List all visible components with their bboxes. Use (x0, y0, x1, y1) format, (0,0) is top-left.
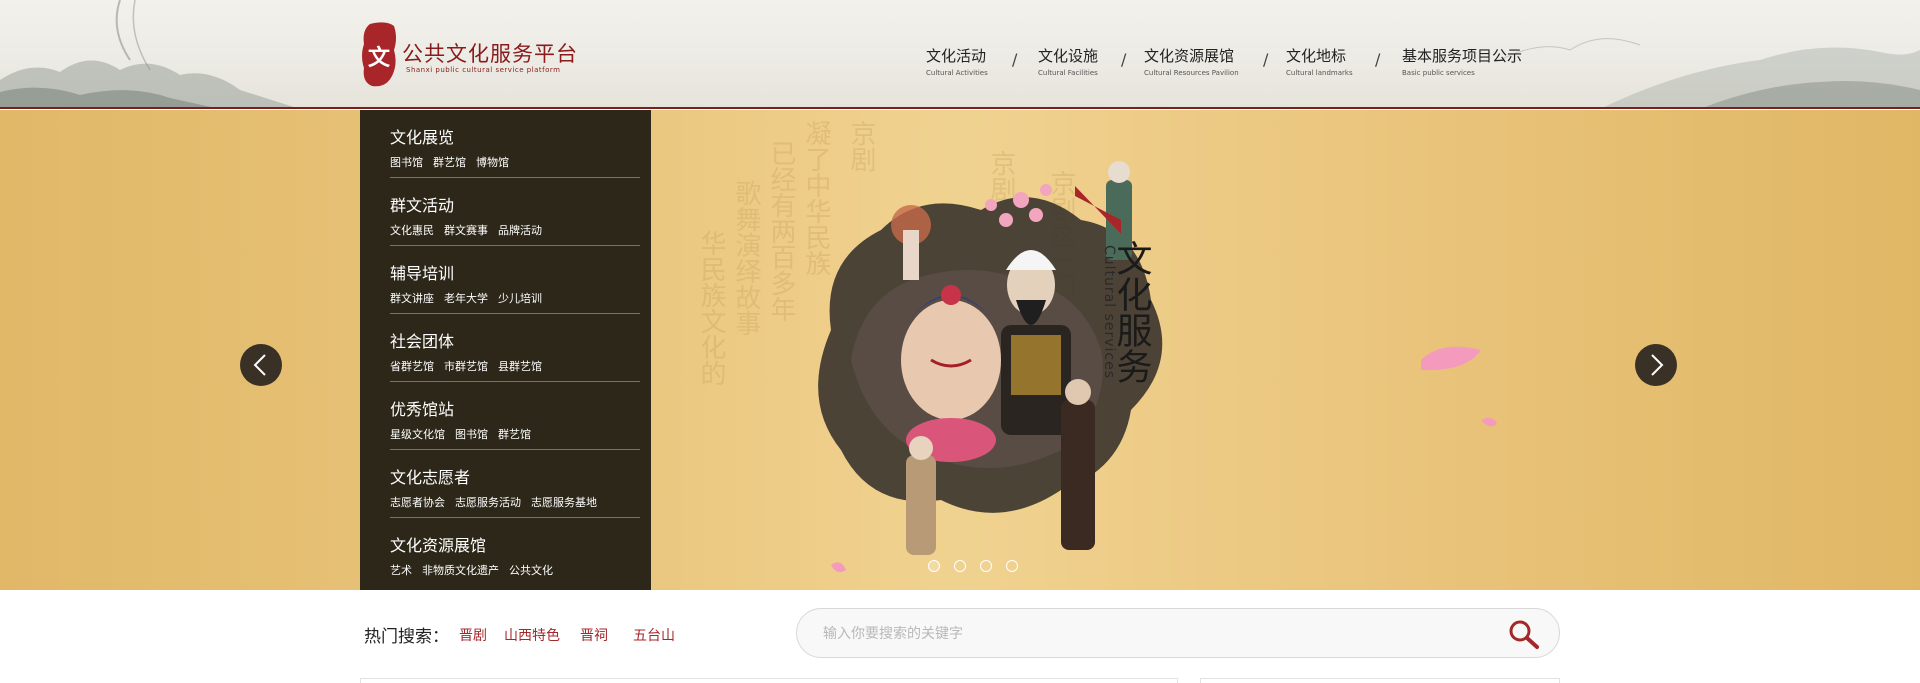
category-links: 艺术 非物质文化遗产 公共文化 (390, 562, 563, 578)
category-title[interactable]: 文化展览 (390, 124, 454, 148)
svg-text:京剧: 京剧 (846, 120, 876, 172)
search-icon[interactable] (1507, 618, 1541, 650)
search-box (796, 608, 1560, 658)
peking-opera-artwork[interactable]: 已经有两百多年 凝了中华民族 歌舞演绎故事 华民族文化的 京剧 京剧 京剧这一门… (651, 110, 1551, 590)
category-links: 群文讲座 老年大学 少儿培训 (390, 290, 552, 306)
svg-text:已经有两百多年: 已经有两百多年 (766, 140, 796, 322)
pagination-dot[interactable] (980, 560, 992, 572)
site-logo[interactable]: 文 公共文化服务平台 Shanxi public cultural servic… (360, 20, 580, 90)
chevron-right-icon (1651, 354, 1664, 376)
category-link[interactable]: 市群艺馆 (444, 360, 488, 373)
slogan-en: Cultural services (1101, 245, 1117, 379)
pagination-dot[interactable] (954, 560, 966, 572)
content-panel-left (360, 678, 1178, 683)
nav-item-label: 文化活动 (926, 47, 987, 65)
category-title[interactable]: 群文活动 (390, 192, 454, 216)
nav-item-sublabel: Basic public services (1402, 69, 1475, 77)
nav-item-cultural-activities[interactable]: 文化活动 Cultural Activities (926, 46, 988, 79)
category-links: 文化惠民 群文赛事 品牌活动 (390, 222, 552, 238)
logo-subtitle: Shanxi public cultural service platform (406, 66, 561, 74)
category-link[interactable]: 图书馆 (455, 428, 488, 441)
nav-item-label: 基本服务项目公示 (1402, 47, 1523, 65)
category-link[interactable]: 老年大学 (444, 292, 488, 305)
category-item: 文化资源展馆 艺术 非物质文化遗产 公共文化 (390, 518, 640, 586)
category-link[interactable]: 群文赛事 (444, 224, 488, 237)
svg-text:华民族文化的: 华民族文化的 (696, 230, 726, 386)
nav-item-sublabel: Cultural Resources Pavilion (1144, 69, 1239, 77)
banner-next-button[interactable] (1635, 344, 1677, 386)
nav-item-label: 文化资源展馆 (1144, 47, 1235, 65)
nav-separator: / (1012, 50, 1018, 69)
svg-text:京剧: 京剧 (986, 150, 1016, 202)
chevron-left-icon (253, 354, 266, 376)
nav-separator: / (1375, 50, 1381, 69)
nav-separator: / (1121, 50, 1127, 69)
category-link[interactable]: 艺术 (390, 564, 412, 577)
svg-text:凝了中华民族: 凝了中华民族 (801, 120, 831, 276)
hot-search-item[interactable]: 山西特色 (504, 625, 560, 645)
category-title[interactable]: 文化资源展馆 (390, 532, 486, 556)
pagination-dot[interactable] (1006, 560, 1018, 572)
site-header: 文 公共文化服务平台 Shanxi public cultural servic… (0, 0, 1920, 109)
nav-item-cultural-facilities[interactable]: 文化设施 Cultural Facilities (1038, 46, 1098, 79)
category-menu: 文化展览 图书馆 群艺馆 博物馆 群文活动 文化惠民 群文赛事 品牌活动 辅导培训 群文… (360, 110, 651, 590)
category-item: 优秀馆站 星级文化馆 图书馆 群艺馆 (390, 382, 640, 450)
nav-item-sublabel: Cultural Facilities (1038, 69, 1098, 77)
category-item: 辅导培训 群文讲座 老年大学 少儿培训 (390, 246, 640, 314)
category-link[interactable]: 星级文化馆 (390, 428, 445, 441)
category-link[interactable]: 少儿培训 (498, 292, 542, 305)
category-link[interactable]: 志愿服务活动 (455, 496, 521, 509)
banner-prev-button[interactable] (240, 344, 282, 386)
nav-item-sublabel: Cultural Activities (926, 69, 988, 77)
category-link[interactable]: 县群艺馆 (498, 360, 542, 373)
nav-item-basic-services[interactable]: 基本服务项目公示 Basic public services (1402, 46, 1522, 79)
category-link[interactable]: 群艺馆 (498, 428, 531, 441)
category-item: 群文活动 文化惠民 群文赛事 品牌活动 (390, 178, 640, 246)
hot-search-item[interactable]: 晋祠 (580, 625, 608, 645)
category-link[interactable]: 省群艺馆 (390, 360, 434, 373)
category-link[interactable]: 公共文化 (509, 564, 553, 577)
category-link[interactable]: 志愿服务基地 (531, 496, 597, 509)
category-link[interactable]: 志愿者协会 (390, 496, 445, 509)
category-item: 文化展览 图书馆 群艺馆 博物馆 (390, 110, 640, 178)
search-input[interactable] (823, 622, 1463, 646)
category-links: 星级文化馆 图书馆 群艺馆 (390, 426, 541, 442)
category-links: 图书馆 群艺馆 博物馆 (390, 154, 519, 170)
content-panel-right (1200, 678, 1560, 683)
logo-title: 公共文化服务平台 (402, 42, 578, 66)
category-link[interactable]: 图书馆 (390, 156, 423, 169)
category-title[interactable]: 优秀馆站 (390, 396, 454, 420)
category-link[interactable]: 博物馆 (476, 156, 509, 169)
nav-item-cultural-landmarks[interactable]: 文化地标 Cultural landmarks (1286, 46, 1353, 79)
nav-item-label: 文化设施 (1038, 47, 1099, 65)
nav-item-sublabel: Cultural landmarks (1286, 69, 1353, 77)
svg-text:歌舞演绎故事: 歌舞演绎故事 (731, 180, 761, 336)
hot-search-item[interactable]: 五台山 (633, 625, 675, 645)
nav-item-resources-pavilion[interactable]: 文化资源展馆 Cultural Resources Pavilion (1144, 46, 1239, 79)
category-link[interactable]: 群文讲座 (390, 292, 434, 305)
nav-item-label: 文化地标 (1286, 47, 1347, 65)
hero-banner: 已经有两百多年 凝了中华民族 歌舞演绎故事 华民族文化的 京剧 京剧 京剧这一门… (0, 110, 1920, 590)
category-link[interactable]: 群艺馆 (433, 156, 466, 169)
category-title[interactable]: 辅导培训 (390, 260, 454, 284)
category-links: 志愿者协会 志愿服务活动 志愿服务基地 (390, 494, 607, 510)
hot-search-label: 热门搜索： (364, 627, 449, 647)
category-link[interactable]: 品牌活动 (498, 224, 542, 237)
nav-separator: / (1263, 50, 1269, 69)
category-title[interactable]: 文化志愿者 (390, 464, 470, 488)
category-link[interactable]: 文化惠民 (390, 224, 434, 237)
category-item: 文化志愿者 志愿者协会 志愿服务活动 志愿服务基地 (390, 450, 640, 518)
category-item: 社会团体 省群艺馆 市群艺馆 县群艺馆 (390, 314, 640, 382)
category-links: 省群艺馆 市群艺馆 县群艺馆 (390, 358, 552, 374)
hot-search-item[interactable]: 晋剧 (459, 625, 487, 645)
category-title[interactable]: 社会团体 (390, 328, 454, 352)
pagination-dot[interactable] (928, 560, 940, 572)
logo-char: 文 (367, 45, 390, 71)
category-link[interactable]: 非物质文化遗产 (422, 564, 499, 577)
